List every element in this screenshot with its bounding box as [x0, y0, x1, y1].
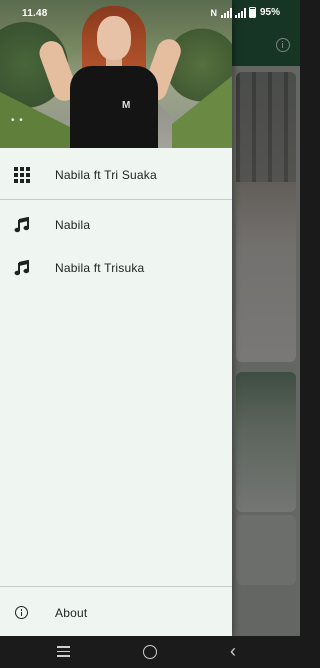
- grid-icon: [14, 167, 30, 183]
- back-icon[interactable]: ‹: [230, 642, 236, 660]
- recents-icon[interactable]: [57, 646, 70, 657]
- drawer-item-label: Nabila: [55, 218, 91, 232]
- header-dots: • •: [11, 115, 24, 126]
- signal-icon: [220, 7, 232, 18]
- signal-icon: [234, 7, 246, 18]
- nfc-icon: N: [210, 7, 217, 18]
- music-note-icon: [14, 260, 30, 276]
- drawer-divider: [0, 586, 232, 587]
- drawer-divider: [0, 199, 232, 200]
- status-time: 11.48: [22, 8, 48, 19]
- drawer-item-song[interactable]: Nabila ft Trisuka: [0, 248, 232, 288]
- status-bar: 11.48 N 95%: [0, 0, 300, 26]
- drawer-item-song[interactable]: Nabila: [0, 205, 232, 245]
- system-nav-bar: ‹: [0, 636, 300, 668]
- music-note-icon: [14, 217, 30, 233]
- drawer-item-label: About: [55, 606, 88, 620]
- status-icons: N 95%: [210, 7, 280, 18]
- drawer-item-label: Nabila ft Trisuka: [55, 261, 145, 275]
- home-icon[interactable]: [143, 645, 157, 659]
- drawer-item-label: Nabila ft Tri Suaka: [55, 168, 157, 182]
- info-icon: [15, 606, 29, 620]
- battery-icon: [248, 7, 256, 18]
- navigation-drawer: M • • Nabila ft Tri Suaka Nabila Nabila …: [0, 0, 232, 636]
- drawer-item-about[interactable]: About: [0, 593, 232, 633]
- drawer-item-all[interactable]: Nabila ft Tri Suaka: [0, 155, 232, 195]
- battery-percent: 95%: [259, 7, 280, 18]
